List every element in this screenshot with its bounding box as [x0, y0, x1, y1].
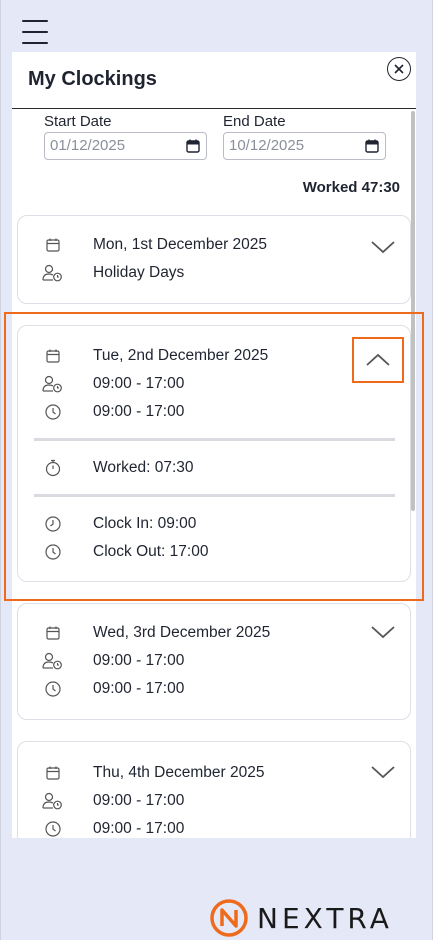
actual-row: 09:00 - 17:00 — [42, 677, 184, 701]
page-title: My Clockings — [28, 68, 157, 90]
chevron-down-icon — [371, 241, 395, 254]
calendar-icon — [42, 345, 64, 367]
user-clock-icon — [42, 373, 64, 395]
day-card[interactable]: Thu, 4th December 2025 09:00 - 17:00 09:… — [17, 741, 411, 838]
start-date-value: 01/12/2025 — [50, 137, 126, 154]
shift-text: 09:00 - 17:00 — [93, 375, 185, 392]
shift-row: Holiday Days — [42, 261, 184, 285]
divider — [34, 494, 395, 497]
user-clock-icon — [42, 650, 64, 672]
clock-in-icon — [42, 513, 64, 535]
expand-toggle[interactable] — [369, 761, 397, 783]
chevron-down-icon — [371, 626, 395, 639]
shift-text: Holiday Days — [93, 264, 185, 281]
day-date: Tue, 2nd December 2025 — [93, 347, 269, 364]
expand-toggle[interactable] — [369, 621, 397, 643]
day-date: Wed, 3rd December 2025 — [93, 624, 271, 641]
shift-text: 09:00 - 17:00 — [93, 792, 185, 809]
calendar-icon — [42, 622, 64, 644]
actual-row: 09:00 - 17:00 — [42, 400, 184, 424]
actual-row: 09:00 - 17:00 — [42, 817, 184, 838]
shift-row: 09:00 - 17:00 — [42, 649, 184, 673]
shift-text: 09:00 - 17:00 — [93, 652, 185, 669]
date-row: Tue, 2nd December 2025 — [42, 344, 268, 368]
actual-text: 09:00 - 17:00 — [93, 403, 185, 420]
actual-text: 09:00 - 17:00 — [93, 820, 185, 837]
clock-out-row: Clock Out: 17:00 — [42, 540, 208, 564]
user-clock-icon — [42, 790, 64, 812]
chevron-up-icon — [366, 353, 390, 366]
panel-header: My Clockings — [12, 52, 416, 109]
day-card-expanded[interactable]: Tue, 2nd December 2025 09:00 - 17:00 09:… — [17, 325, 411, 582]
shift-row: 09:00 - 17:00 — [42, 372, 184, 396]
calendar-icon — [42, 234, 64, 256]
scrollbar-thumb[interactable] — [411, 111, 415, 511]
clock-out-text: Clock Out: 17:00 — [93, 543, 209, 560]
end-date-value: 10/12/2025 — [229, 137, 305, 154]
worked-total: Worked 47:30 — [302, 179, 400, 196]
day-date: Thu, 4th December 2025 — [93, 764, 265, 781]
day-card[interactable]: Mon, 1st December 2025 Holiday Days — [17, 215, 411, 304]
date-row: Wed, 3rd December 2025 — [42, 621, 270, 645]
chevron-down-icon — [371, 766, 395, 779]
actual-text: 09:00 - 17:00 — [93, 680, 185, 697]
collapse-toggle[interactable] — [352, 337, 404, 383]
clock-out-icon — [42, 541, 64, 563]
brand-name: NEXTRA — [257, 901, 393, 935]
calendar-picker-icon[interactable] — [186, 139, 200, 153]
day-card[interactable]: Wed, 3rd December 2025 09:00 - 17:00 09:… — [17, 603, 411, 720]
day-date: Mon, 1st December 2025 — [93, 236, 268, 253]
start-date-label: Start Date — [44, 113, 112, 130]
stopwatch-icon — [42, 457, 64, 479]
calendar-icon — [42, 762, 64, 784]
end-date-label: End Date — [223, 113, 286, 130]
clock-icon — [42, 678, 64, 700]
clock-in-text: Clock In: 09:00 — [93, 515, 197, 532]
start-date-input[interactable]: 01/12/2025 — [44, 132, 207, 160]
menu-icon[interactable] — [22, 20, 48, 44]
clock-icon — [42, 401, 64, 423]
clock-in-row: Clock In: 09:00 — [42, 512, 196, 536]
end-date-input[interactable]: 10/12/2025 — [223, 132, 386, 160]
expand-toggle[interactable] — [369, 236, 397, 258]
worked-text: Worked: 07:30 — [93, 459, 194, 476]
nextra-logo-icon — [210, 899, 248, 937]
date-row: Thu, 4th December 2025 — [42, 761, 264, 785]
clock-icon — [42, 818, 64, 838]
user-clock-icon — [42, 262, 64, 284]
date-row: Mon, 1st December 2025 — [42, 233, 267, 257]
clockings-panel: My Clockings Start Date 01/12/2025 End D… — [12, 52, 416, 838]
divider — [34, 438, 395, 441]
shift-row: 09:00 - 17:00 — [42, 789, 184, 813]
worked-row: Worked: 07:30 — [42, 456, 194, 480]
calendar-picker-icon[interactable] — [365, 139, 379, 153]
close-button[interactable] — [387, 57, 411, 81]
close-icon — [394, 64, 404, 74]
brand-logo: NEXTRA — [209, 898, 393, 938]
